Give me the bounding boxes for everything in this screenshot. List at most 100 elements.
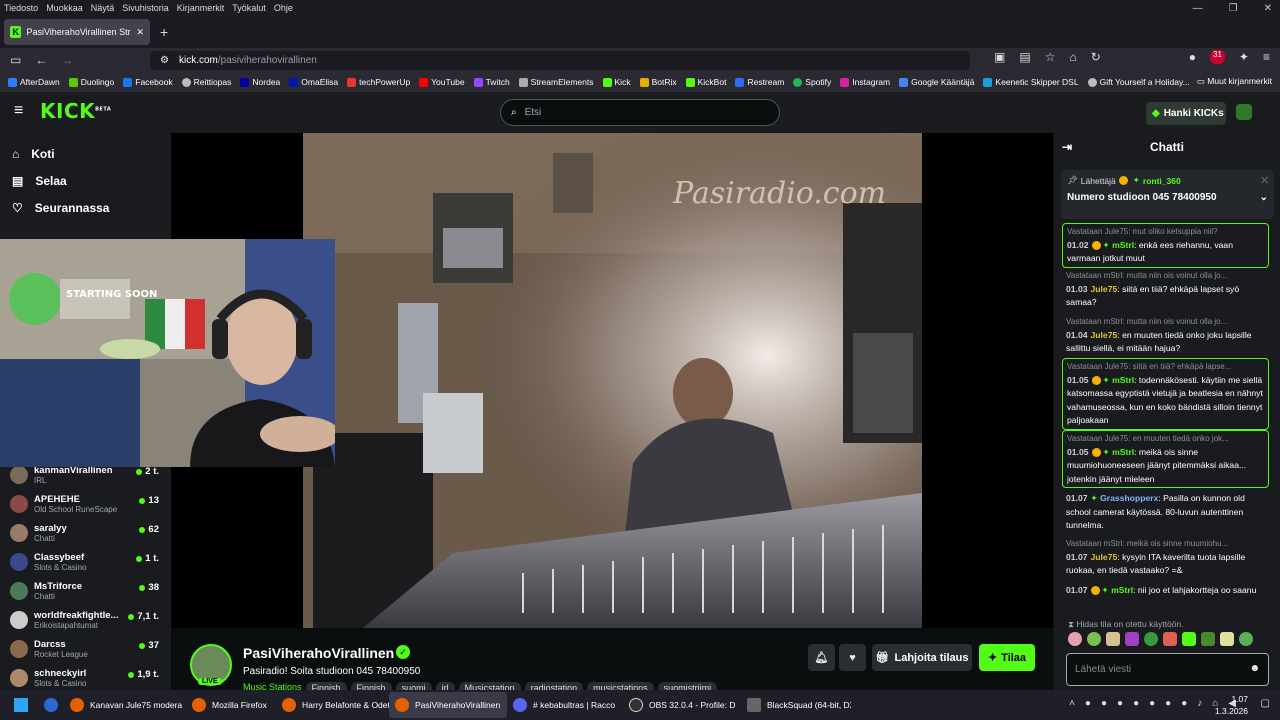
emote-icon[interactable] bbox=[1182, 632, 1196, 646]
bookmark-nordea[interactable]: Nordea bbox=[240, 77, 280, 87]
notification-icon[interactable]: ▢ bbox=[1261, 698, 1270, 709]
bookmark-facebook[interactable]: Facebook bbox=[123, 77, 173, 87]
tray-chevron-icon[interactable]: ˄ bbox=[1069, 698, 1075, 709]
extension-badge[interactable]: 31 bbox=[1210, 50, 1225, 64]
app-menu-icon[interactable]: ≡ bbox=[1263, 50, 1270, 64]
menu-file[interactable]: Tiedosto bbox=[4, 3, 38, 13]
chat-message[interactable]: Vastataan Jule75: en muuten tiedä onko j… bbox=[1062, 430, 1269, 488]
chat-message[interactable]: 01.07 ✦ mStrl: nii joo et lahjakortteja o… bbox=[1062, 583, 1262, 599]
other-bookmarks[interactable]: ▭ Muut kirjanmerkit bbox=[1197, 76, 1272, 87]
bookmark-omaelisa[interactable]: OmaElisa bbox=[289, 77, 338, 87]
taskbar-item[interactable]: OBS 32.0.4 - Profile: Dui bbox=[623, 692, 741, 718]
emote-icon[interactable] bbox=[1220, 632, 1234, 646]
bookmark-instagram[interactable]: Instagram bbox=[840, 77, 890, 87]
site-info-icon[interactable]: ⚙ bbox=[160, 55, 169, 66]
pinned-user[interactable]: ronti_360 bbox=[1143, 176, 1181, 186]
microphone-icon[interactable]: ♪ bbox=[1197, 698, 1202, 709]
streamer-name[interactable]: PasiViherahoVirallinen bbox=[243, 645, 394, 661]
follow-heart-button[interactable]: ♥ bbox=[839, 644, 866, 671]
notification-bell-button[interactable]: 🔔︎ bbox=[808, 644, 835, 671]
chevron-down-icon[interactable]: ⌄ bbox=[1260, 192, 1268, 203]
channel-item[interactable]: schneckyirl Slots & Casino 1,9 t. bbox=[0, 663, 171, 692]
stream-video-frame[interactable]: Pasiradio.com bbox=[303, 133, 922, 628]
windows-start-icon[interactable] bbox=[14, 698, 28, 712]
reload-icon[interactable]: ↻ bbox=[1091, 50, 1101, 64]
emote-icon[interactable] bbox=[1144, 632, 1158, 646]
pinned-message[interactable]: 📌︎ Lähettäjä ✦ ronti_360 ⤫ Numero studio… bbox=[1061, 170, 1274, 219]
tray-app-icon[interactable]: ● bbox=[1133, 698, 1139, 709]
menu-bookmarks[interactable]: Kirjanmerkit bbox=[177, 3, 225, 13]
taskbar-item[interactable]: Harry Belafonte & Odet bbox=[276, 692, 390, 718]
gift-sub-button[interactable]: 🎁︎ Lahjoita tilaus bbox=[872, 644, 972, 671]
channel-item[interactable]: Classybeef Slots & Casino 1 t. bbox=[0, 547, 171, 576]
get-kicks-button[interactable]: ◆ Hanki KICKs bbox=[1146, 102, 1226, 125]
app-icon[interactable] bbox=[44, 698, 58, 712]
close-icon[interactable]: ✕ bbox=[1264, 3, 1272, 14]
chat-message[interactable]: Vastataan mStrl: meikä ois sinne muumioh… bbox=[1062, 536, 1262, 579]
chat-message[interactable]: Vastataan Jule75: siitä en tiiä? ehkäpä … bbox=[1062, 358, 1269, 430]
screenshot-icon[interactable]: ▣ bbox=[994, 50, 1005, 64]
bookmark-techpowerup[interactable]: techPowerUp bbox=[347, 77, 410, 87]
bookmark-twitch[interactable]: Twitch bbox=[473, 77, 510, 87]
channel-item[interactable]: worldfreakfightle... Erikoistapahtumat 7,1… bbox=[0, 605, 171, 634]
bookmark-botrix[interactable]: BotRix bbox=[639, 77, 677, 87]
bookmark-keenetic[interactable]: Keenetic Skipper DSL bbox=[983, 77, 1079, 87]
subscribe-button[interactable]: ✦ Tilaa bbox=[979, 644, 1035, 671]
emote-icon[interactable] bbox=[1106, 632, 1120, 646]
menu-view[interactable]: Näytä bbox=[91, 3, 115, 13]
back-icon[interactable]: ← bbox=[35, 53, 47, 67]
emote-icon[interactable] bbox=[1201, 632, 1215, 646]
bookmark-restream[interactable]: Restream bbox=[735, 77, 784, 87]
sidebar-item-browse[interactable]: ▤ Selaa bbox=[0, 167, 171, 194]
emote-icon[interactable] bbox=[1163, 632, 1177, 646]
emote-icon[interactable] bbox=[1125, 632, 1139, 646]
kick-logo[interactable]: KICKBETA bbox=[40, 99, 111, 123]
taskbar-item[interactable]: Kanavan Jule75 modera bbox=[64, 692, 186, 718]
tab-close-icon[interactable]: ✕ bbox=[136, 27, 144, 38]
emote-icon[interactable] bbox=[1239, 632, 1253, 646]
user-avatar[interactable] bbox=[1236, 104, 1252, 120]
unpin-icon[interactable]: ⤫ bbox=[1261, 175, 1268, 186]
channel-item[interactable]: MsTriforce Chatti 38 bbox=[0, 576, 171, 605]
account-icon[interactable]: ● bbox=[1189, 50, 1196, 64]
menu-help[interactable]: Ohje bbox=[274, 3, 293, 13]
search-input[interactable]: ⌕ Etsi bbox=[500, 99, 780, 126]
home-icon[interactable]: ⌂ bbox=[1069, 50, 1076, 64]
bookmark-reittiopas[interactable]: Reittiopas bbox=[181, 77, 231, 87]
bookmark-youtube[interactable]: YouTube bbox=[419, 77, 465, 87]
bookmark-star-icon[interactable]: ☆ bbox=[1045, 50, 1056, 64]
channel-item[interactable]: APEHEHE Old School RuneScape 13 bbox=[0, 489, 171, 518]
hamburger-menu-icon[interactable]: ≡ bbox=[14, 102, 23, 120]
chat-message[interactable]: Vastataan mStrl: mutta niin ois voinut o… bbox=[1062, 268, 1262, 311]
bookmark-afterdawn[interactable]: AfterDawn bbox=[8, 77, 60, 87]
browser-tab-active[interactable]: K PasiViherahoVirallinen Stream ✕ bbox=[4, 19, 150, 45]
tray-app-icon[interactable]: ● bbox=[1085, 698, 1091, 709]
sidebar-item-home[interactable]: ⌂ Koti bbox=[0, 140, 171, 167]
clock[interactable]: 1.07 1.3.2026 bbox=[1215, 693, 1248, 717]
forward-icon[interactable]: → bbox=[61, 53, 73, 67]
chat-message[interactable]: Vastataan Jule75: mut oliko ketsuppia ni… bbox=[1062, 223, 1269, 268]
new-tab-icon[interactable]: + bbox=[160, 24, 168, 40]
chat-message-input[interactable]: Lähetä viesti ☻ bbox=[1066, 653, 1269, 686]
channel-item[interactable]: saralyy Chatti 62 bbox=[0, 518, 171, 547]
menu-tools[interactable]: Työkalut bbox=[232, 3, 266, 13]
emote-icon[interactable] bbox=[1087, 632, 1101, 646]
tray-app-icon[interactable]: ● bbox=[1149, 698, 1155, 709]
extensions-icon[interactable]: ✦ bbox=[1239, 50, 1249, 64]
bookmark-kick[interactable]: Kick bbox=[602, 77, 631, 87]
taskbar-item[interactable]: Mozilla Firefox bbox=[186, 692, 276, 718]
pocket-icon[interactable]: ▤ bbox=[1019, 50, 1030, 64]
collapse-chat-icon[interactable]: ⇥ bbox=[1062, 140, 1072, 154]
tray-app-icon[interactable]: ● bbox=[1117, 698, 1123, 709]
tray-app-icon[interactable]: ● bbox=[1165, 698, 1171, 709]
bookmark-duolingo[interactable]: Duolingo bbox=[68, 77, 114, 87]
menu-history[interactable]: Sivuhistoria bbox=[122, 3, 169, 13]
chat-message[interactable]: 01.07 ✦ Grasshopperx: Pasilla on kunnon o… bbox=[1062, 491, 1262, 534]
channel-item[interactable]: Darcss Rocket League 37 bbox=[0, 634, 171, 663]
bookmark-kickbot[interactable]: KickBot bbox=[685, 77, 726, 87]
taskbar-item[interactable]: # kebabultras | Racco bbox=[507, 692, 623, 718]
url-bar[interactable]: ⚙ kick.com/pasiviherahovirallinen bbox=[150, 51, 970, 70]
bookmark-gift[interactable]: Gift Yourself a Holiday... bbox=[1087, 77, 1190, 87]
bookmark-spotify[interactable]: Spotify bbox=[793, 77, 831, 87]
tray-app-icon[interactable]: ● bbox=[1101, 698, 1107, 709]
